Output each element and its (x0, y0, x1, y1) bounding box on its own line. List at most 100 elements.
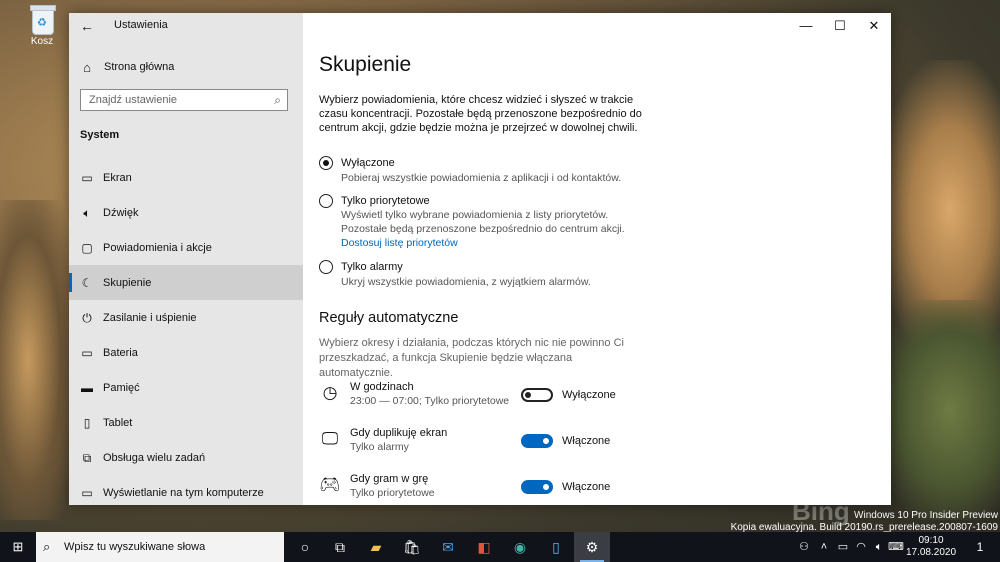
taskbar-search-input[interactable]: ⌕ Wpisz tu wyszukiwane słowa (36, 532, 284, 562)
page-description: Wybierz powiadomienia, które chcesz widz… (319, 94, 642, 134)
sidebar-item-sound[interactable]: 🔈︎ Dźwięk (69, 195, 303, 230)
rule-subtitle: 23:00 — 07:00; Tylko priorytetowe (350, 395, 510, 407)
recycle-bin-icon: ♻ (29, 4, 56, 35)
sidebar-home[interactable]: ⌂ Strona główna (69, 56, 303, 80)
sidebar: ← Ustawienia ⌂ Strona główna Znajdź usta… (69, 13, 303, 505)
sidebar-home-label: Strona główna (104, 61, 175, 73)
toggle-playing-game[interactable] (521, 480, 553, 494)
rule-title[interactable]: Gdy gram w grę (350, 473, 428, 485)
sidebar-item-storage[interactable]: ▬ Pamięć (69, 370, 303, 405)
option-title: Tylko alarmy (341, 261, 403, 273)
rules-description: Wybierz okresy i działania, podczas któr… (319, 337, 624, 379)
office-icon[interactable]: ◧ (466, 532, 502, 562)
edge-canary-icon[interactable]: ◉ (502, 532, 538, 562)
wallpaper-bokeh (880, 300, 1000, 520)
storage-icon: ▬ (81, 381, 93, 395)
sidebar-item-notifications[interactable]: ▢ Powiadomienia i akcje (69, 230, 303, 265)
settings-search-input[interactable]: Znajdź ustawienie ⌕ (80, 89, 288, 111)
settings-window: ← Ustawienia ⌂ Strona główna Znajdź usta… (69, 13, 891, 505)
sidebar-item-project[interactable]: ▭ Wyświetlanie na tym komputerze (69, 475, 303, 505)
toggle-duplicating-display[interactable] (521, 434, 553, 448)
recycle-bin[interactable]: ♻ Kosz (22, 4, 62, 47)
clock[interactable]: 09:10 17.08.2020 (905, 535, 957, 559)
file-explorer-icon[interactable]: ▰ (358, 532, 394, 562)
language-icon[interactable]: ⌨ (888, 532, 904, 562)
sidebar-item-label: Bateria (103, 347, 138, 359)
option-description: Ukryj wszystkie powiadomienia, z wyjątki… (341, 276, 591, 288)
sidebar-item-tablet[interactable]: ▯ Tablet (69, 405, 303, 440)
rule-title[interactable]: Gdy duplikuję ekran (350, 427, 447, 439)
monitor-icon: 🖵︎ (321, 429, 339, 448)
battery-icon: ▭ (81, 346, 93, 360)
section-title: System (80, 129, 120, 141)
clock-icon: ◷ (322, 383, 338, 402)
action-center-icon[interactable]: 1 (965, 532, 995, 562)
toggle-label: Włączone (562, 435, 611, 447)
evaluation-watermark: Windows 10 Pro Insider Preview Kopia ewa… (731, 510, 998, 534)
sidebar-item-multitasking[interactable]: ⧉ Obsługa wielu zadań (69, 440, 303, 475)
search-placeholder: Znajdź ustawienie (89, 94, 178, 106)
minimize-icon[interactable]: — (789, 13, 823, 39)
display-icon: ▭ (81, 171, 93, 185)
home-icon: ⌂ (83, 60, 91, 75)
customize-priority-list-link[interactable]: Dostosuj listę priorytetów (341, 237, 458, 249)
project-icon: ▭ (81, 486, 93, 500)
toggle-label: Wyłączone (562, 389, 616, 401)
battery-tray-icon[interactable]: ▭ (834, 532, 852, 562)
sidebar-item-label: Skupienie (103, 277, 152, 289)
option-title: Wyłączone (341, 157, 395, 169)
option-description: Wyświetl tylko wybrane powiadomienia z l… (341, 209, 609, 221)
store-icon[interactable]: 🛍︎ (394, 532, 430, 562)
radio-off[interactable] (319, 156, 333, 170)
wallpaper-bokeh (0, 200, 70, 520)
windows-logo-icon: ⊞ (12, 539, 24, 554)
sidebar-item-label: Obsługa wielu zadań (103, 452, 206, 464)
mail-icon[interactable]: ✉ (430, 532, 466, 562)
sound-icon: 🔈︎ (83, 206, 91, 220)
gamepad-icon: 🎮︎ (319, 475, 341, 494)
main-content: — ☐ ✕ Skupienie Wybierz powiadomienia, k… (303, 13, 891, 505)
toggle-label: Włączone (562, 481, 611, 493)
chevron-up-icon[interactable]: ˄ (814, 532, 834, 562)
cortana-icon[interactable]: ○ (287, 532, 323, 562)
toggle-during-hours[interactable] (521, 388, 553, 402)
moon-icon: ☾ (81, 276, 93, 290)
title-bar: ← Ustawienia (69, 13, 303, 39)
settings-app-icon[interactable]: ⚙ (574, 532, 610, 562)
recycle-bin-label: Kosz (30, 36, 54, 47)
rule-title[interactable]: W godzinach (350, 381, 414, 393)
option-description-2: Pozostałe będą przenoszone bezpośrednio … (341, 223, 625, 235)
radio-priority-only[interactable] (319, 194, 333, 208)
start-button[interactable]: ⊞ (0, 532, 36, 562)
page-title: Skupienie (319, 53, 412, 76)
maximize-icon[interactable]: ☐ (823, 13, 857, 39)
sidebar-item-label: Dźwięk (103, 207, 139, 219)
phone-icon[interactable]: ▯ (538, 532, 574, 562)
back-arrow-icon[interactable]: ← (79, 18, 95, 34)
sidebar-item-battery[interactable]: ▭ Bateria (69, 335, 303, 370)
radio-alarms-only[interactable] (319, 260, 333, 274)
sidebar-item-power[interactable]: ⏻ Zasilanie i uśpienie (69, 300, 303, 335)
clock-time: 09:10 (918, 535, 944, 546)
sidebar-item-focus-assist[interactable]: ☾ Skupienie (69, 265, 303, 300)
notification-count: 1 (976, 540, 984, 554)
sidebar-item-label: Powiadomienia i akcje (103, 242, 212, 254)
watermark-line-1: Windows 10 Pro Insider Preview (854, 510, 998, 521)
close-icon[interactable]: ✕ (857, 13, 891, 39)
sidebar-item-display[interactable]: ▭ Ekran (69, 160, 303, 195)
sidebar-item-label: Pamięć (103, 382, 140, 394)
rule-subtitle: Tylko alarmy (350, 441, 409, 453)
network-icon[interactable]: ◠ (852, 532, 870, 562)
taskbar-search-placeholder: Wpisz tu wyszukiwane słowa (64, 541, 206, 553)
notifications-icon: ▢ (81, 241, 93, 255)
multitasking-icon: ⧉ (82, 451, 92, 465)
task-view-icon[interactable]: ⧉ (322, 532, 358, 562)
taskbar: ⊞ ⌕ Wpisz tu wyszukiwane słowa ○ ⧉ ▰ 🛍︎ … (0, 532, 1000, 562)
volume-icon[interactable]: 🔈︎ (870, 532, 888, 562)
people-icon[interactable]: ⚇ (794, 532, 814, 562)
search-icon: ⌕ (43, 539, 51, 554)
clock-date: 17.08.2020 (905, 547, 957, 558)
search-icon: ⌕ (274, 93, 281, 107)
option-description: Pobieraj wszystkie powiadomienia z aplik… (341, 172, 622, 184)
tablet-icon: ▯ (83, 416, 91, 430)
